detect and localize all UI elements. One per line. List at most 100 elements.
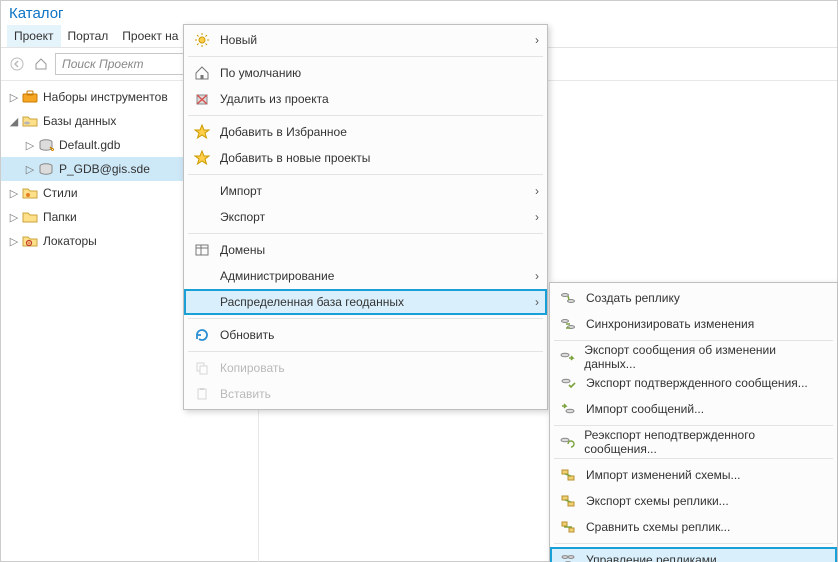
expand-icon[interactable]: ▷	[23, 163, 37, 176]
menu-item-administration[interactable]: Администрирование ›	[184, 263, 547, 289]
submenu-distributed-geodatabase: Создать реплику Синхронизировать изменен…	[549, 282, 838, 562]
menu-item-import-schema[interactable]: Импорт изменений схемы...	[550, 462, 837, 488]
refresh-icon	[192, 325, 212, 345]
menu-item-default[interactable]: По умолчанию	[184, 60, 547, 86]
sun-icon	[192, 30, 212, 50]
folder-icon	[21, 208, 39, 226]
menu-item-synchronize[interactable]: Синхронизировать изменения	[550, 311, 837, 337]
submenu-arrow-icon: ›	[535, 178, 539, 204]
home-icon	[192, 63, 212, 83]
menu-label: Сравнить схемы реплик...	[586, 520, 730, 534]
menu-item-paste: Вставить	[184, 381, 547, 407]
submenu-arrow-icon: ›	[535, 204, 539, 230]
menu-item-import[interactable]: Импорт ›	[184, 178, 547, 204]
menu-label: По умолчанию	[220, 66, 301, 80]
menu-item-add-new-projects[interactable]: Добавить в новые проекты	[184, 145, 547, 171]
menu-item-distributed-geodatabase[interactable]: Распределенная база геоданных ›	[184, 289, 547, 315]
menu-label: Экспорт подтвержденного сообщения...	[586, 376, 808, 390]
menu-label: Обновить	[220, 328, 274, 342]
locators-icon	[21, 232, 39, 250]
menu-project[interactable]: Проект	[7, 25, 61, 47]
copy-icon	[192, 358, 212, 378]
blank-icon	[192, 207, 212, 227]
menu-project-on[interactable]: Проект на	[115, 25, 185, 47]
menu-label: Копировать	[220, 361, 285, 375]
menu-item-manage-replicas[interactable]: Управление репликами	[550, 547, 837, 562]
menu-label: Администрирование	[220, 269, 334, 283]
expand-icon[interactable]: ▷	[7, 187, 21, 200]
compare-schema-icon	[558, 517, 578, 537]
menu-label: Экспорт схемы реплики...	[586, 494, 729, 508]
expand-icon[interactable]: ▷	[7, 211, 21, 224]
expand-icon[interactable]: ▷	[23, 139, 37, 152]
export-schema-icon	[558, 491, 578, 511]
menu-item-add-favorites[interactable]: Добавить в Избранное	[184, 119, 547, 145]
manage-replicas-icon	[558, 550, 578, 562]
menu-label: Новый	[220, 33, 257, 47]
menu-portal[interactable]: Портал	[61, 25, 116, 47]
import-schema-icon	[558, 465, 578, 485]
menu-label: Реэкспорт неподтвержденного сообщения...	[584, 428, 809, 456]
submenu-arrow-icon: ›	[535, 289, 539, 315]
star-icon	[192, 122, 212, 142]
tree-label: Наборы инструментов	[43, 90, 168, 104]
menu-item-import-msg[interactable]: Импорт сообщений...	[550, 396, 837, 422]
tree-label: P_GDB@gis.sde	[59, 162, 150, 176]
sde-icon	[37, 160, 55, 178]
create-replica-icon	[558, 288, 578, 308]
menu-label: Добавить в новые проекты	[220, 151, 370, 165]
tree-label: Папки	[43, 210, 77, 224]
blank-icon	[192, 181, 212, 201]
menu-label: Удалить из проекта	[220, 92, 329, 106]
tree-label: Локаторы	[43, 234, 97, 248]
menu-label: Импорт изменений схемы...	[586, 468, 741, 482]
menu-item-copy: Копировать	[184, 355, 547, 381]
blank-icon	[192, 266, 212, 286]
collapse-icon[interactable]: ◢	[7, 115, 21, 128]
menu-item-export-ack[interactable]: Экспорт подтвержденного сообщения...	[550, 370, 837, 396]
menu-item-new[interactable]: Новый ›	[184, 27, 547, 53]
expand-icon[interactable]: ▷	[7, 91, 21, 104]
domains-icon	[192, 240, 212, 260]
menu-item-export[interactable]: Экспорт ›	[184, 204, 547, 230]
menu-item-domains[interactable]: Домены	[184, 237, 547, 263]
tree-label: Стили	[43, 186, 78, 200]
menu-label: Распределенная база геоданных	[220, 295, 404, 309]
home-button[interactable]	[31, 54, 51, 74]
menu-label: Создать реплику	[586, 291, 680, 305]
expand-icon[interactable]: ▷	[7, 235, 21, 248]
context-menu-database: Новый › По умолчанию Удалить из проекта …	[183, 24, 548, 410]
database-folder-icon	[21, 112, 39, 130]
styles-icon	[21, 184, 39, 202]
menu-item-reexport[interactable]: Реэкспорт неподтвержденного сообщения...	[550, 429, 837, 455]
remove-icon	[192, 89, 212, 109]
tree-label: Default.gdb	[59, 138, 120, 152]
submenu-arrow-icon: ›	[535, 27, 539, 53]
menu-label: Вставить	[220, 387, 271, 401]
submenu-arrow-icon: ›	[535, 263, 539, 289]
menu-label: Импорт	[220, 184, 262, 198]
search-input[interactable]: Поиск Проект	[55, 53, 185, 75]
toolbox-icon	[21, 88, 39, 106]
menu-item-create-replica[interactable]: Создать реплику	[550, 285, 837, 311]
menu-label: Экспорт	[220, 210, 265, 224]
menu-item-export-changes[interactable]: Экспорт сообщения об изменении данных...	[550, 344, 837, 370]
menu-item-remove[interactable]: Удалить из проекта	[184, 86, 547, 112]
reexport-icon	[558, 432, 576, 452]
geodatabase-icon	[37, 136, 55, 154]
menu-item-refresh[interactable]: Обновить	[184, 322, 547, 348]
export-changes-icon	[558, 347, 576, 367]
menu-label: Домены	[220, 243, 265, 257]
star-icon	[192, 148, 212, 168]
menu-label: Синхронизировать изменения	[586, 317, 754, 331]
back-button[interactable]	[7, 54, 27, 74]
blank-icon	[192, 292, 212, 312]
menu-item-compare-schema[interactable]: Сравнить схемы реплик...	[550, 514, 837, 540]
menu-label: Управление репликами	[586, 553, 717, 562]
tree-label: Базы данных	[43, 114, 116, 128]
menu-label: Добавить в Избранное	[220, 125, 347, 139]
sync-icon	[558, 314, 578, 334]
menu-item-export-schema[interactable]: Экспорт схемы реплики...	[550, 488, 837, 514]
import-msg-icon	[558, 399, 578, 419]
export-ack-icon	[558, 373, 578, 393]
